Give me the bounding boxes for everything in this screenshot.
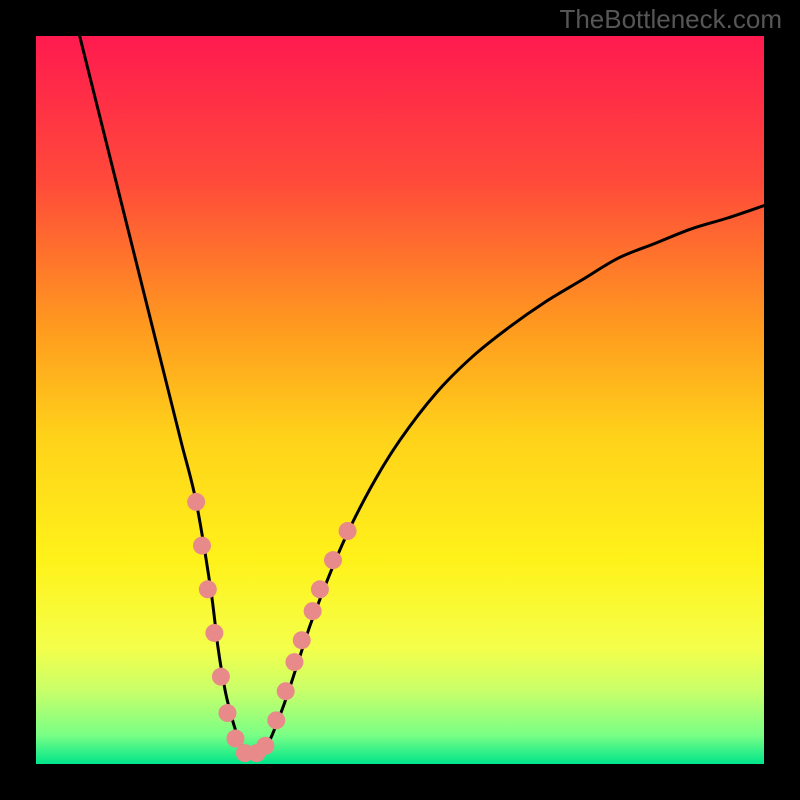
data-marker (285, 653, 303, 671)
data-marker (277, 682, 295, 700)
data-marker (193, 537, 211, 555)
data-marker (324, 551, 342, 569)
data-marker (205, 624, 223, 642)
watermark-text: TheBottleneck.com (559, 4, 782, 35)
data-marker (304, 602, 322, 620)
data-marker (218, 704, 236, 722)
data-marker (212, 668, 230, 686)
data-marker (199, 580, 217, 598)
chart-container: TheBottleneck.com (0, 0, 800, 800)
data-marker (256, 737, 274, 755)
data-marker (267, 711, 285, 729)
bottleneck-chart (0, 0, 800, 800)
data-marker (339, 522, 357, 540)
data-marker (311, 580, 329, 598)
data-marker (187, 493, 205, 511)
data-marker (293, 631, 311, 649)
chart-background (36, 36, 764, 764)
